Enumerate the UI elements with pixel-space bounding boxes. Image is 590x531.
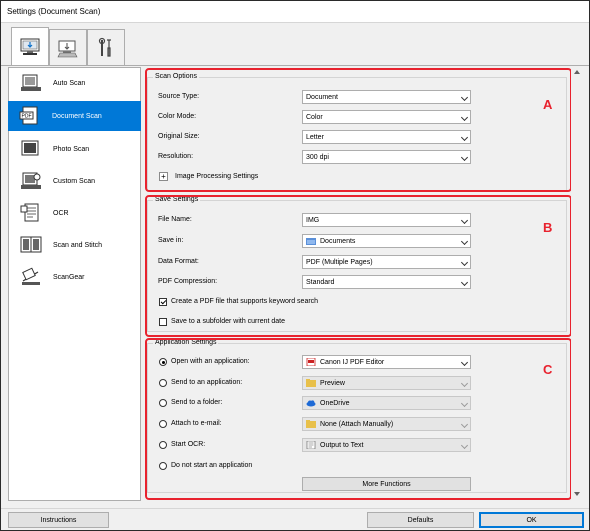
pdf-document-icon: PDF <box>19 105 41 127</box>
annotation-label-c: C <box>543 362 553 377</box>
instructions-button[interactable]: Instructions <box>8 512 109 528</box>
sidebar-item-photo-scan[interactable]: Photo Scan <box>9 134 140 164</box>
dialog-content: Auto Scan PDF Document Scan Photo Scan C… <box>1 66 589 508</box>
custom-scan-icon <box>20 170 42 192</box>
tab-scan-from-computer[interactable] <box>11 27 49 66</box>
scan-stitch-icon <box>20 234 42 256</box>
annotation-box-c <box>145 338 572 500</box>
sidebar-item-label: Auto Scan <box>53 79 86 87</box>
annotation-box-a <box>145 68 572 192</box>
settings-window: Settings (Document Scan) Auto Scan PDF D… <box>0 0 590 531</box>
computer-scan-icon <box>20 38 40 55</box>
tab-scan-from-panel[interactable] <box>49 29 87 65</box>
settings-panel: Scan Options Source Type: Document Color… <box>141 66 581 502</box>
auto-scan-icon <box>20 72 42 94</box>
sidebar-item-label: OCR <box>53 209 69 217</box>
sidebar-item-label: Photo Scan <box>53 145 90 153</box>
sidebar-item-custom-scan[interactable]: Custom Scan <box>9 166 140 196</box>
tools-icon <box>98 37 111 57</box>
computer-download-icon <box>57 40 78 57</box>
defaults-button[interactable]: Defaults <box>367 512 474 528</box>
photo-scan-icon <box>20 138 42 160</box>
scroll-up-icon[interactable] <box>574 70 580 74</box>
sidebar-item-label: Custom Scan <box>53 177 96 185</box>
svg-text:PDF: PDF <box>22 114 32 120</box>
annotation-label-b: B <box>543 220 553 235</box>
scroll-down-icon[interactable] <box>574 492 580 496</box>
tab-strip <box>1 23 589 66</box>
sidebar-item-auto-scan[interactable]: Auto Scan <box>9 68 140 98</box>
tab-general-settings[interactable] <box>87 29 125 65</box>
scan-mode-list[interactable]: Auto Scan PDF Document Scan Photo Scan C… <box>8 67 143 501</box>
sidebar-item-label: ScanGear <box>53 273 85 281</box>
annotation-box-b <box>145 195 572 337</box>
title-bar: Settings (Document Scan) <box>1 1 589 23</box>
ocr-icon <box>20 202 42 224</box>
sidebar-item-label: Scan and Stitch <box>53 241 103 249</box>
footer-bar: Instructions Defaults OK <box>1 508 589 530</box>
window-title: Settings (Document Scan) <box>7 7 101 16</box>
vertical-scrollbar[interactable] <box>571 66 583 502</box>
ok-button[interactable]: OK <box>479 512 584 528</box>
sidebar-item-scan-and-stitch[interactable]: Scan and Stitch <box>9 230 140 260</box>
sidebar-item-scangear[interactable]: ScanGear <box>9 262 140 292</box>
sidebar-item-document-scan[interactable]: PDF Document Scan <box>8 101 143 131</box>
scangear-icon <box>20 266 42 288</box>
sidebar-item-ocr[interactable]: OCR <box>9 198 140 228</box>
annotation-label-a: A <box>543 97 553 112</box>
sidebar-item-label: Document Scan <box>52 112 102 120</box>
